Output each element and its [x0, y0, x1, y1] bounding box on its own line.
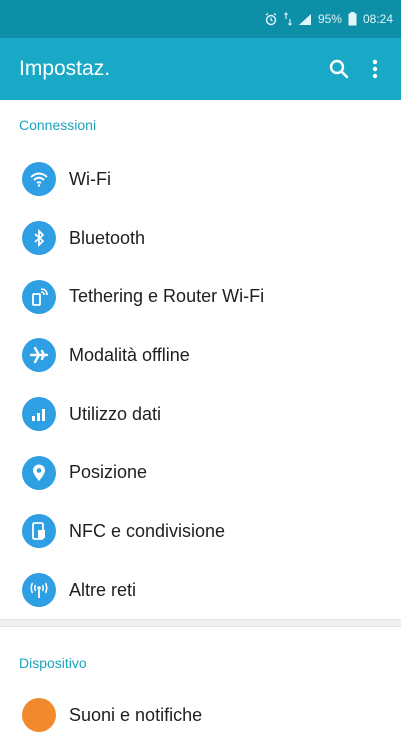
settings-list: Wi-Fi Bluetooth Tethering e Router Wi-Fi… — [0, 150, 401, 620]
search-icon — [329, 59, 349, 79]
list-item-nfc[interactable]: NFC e condivisione — [0, 502, 401, 561]
list-item-label: Modalità offline — [69, 344, 190, 365]
clock: 08:24 — [362, 12, 393, 26]
list-item-data-usage[interactable]: Utilizzo dati — [0, 385, 401, 444]
list-item-offline[interactable]: Modalità offline — [0, 326, 401, 385]
tethering-icon — [22, 279, 56, 314]
sound-icon — [22, 698, 56, 732]
list-item-wifi[interactable]: Wi-Fi — [0, 150, 401, 209]
list-item-label: Wi-Fi — [69, 168, 111, 189]
search-button[interactable] — [321, 38, 357, 100]
wifi-icon — [22, 162, 56, 197]
list-item-label: Suoni e notifiche — [69, 704, 203, 725]
list-item-label: Utilizzo dati — [69, 403, 162, 424]
list-item-position[interactable]: Posizione — [0, 443, 401, 502]
list-item-bluetooth[interactable]: Bluetooth — [0, 209, 401, 268]
list-item-sounds[interactable]: Suoni e notifiche — [22, 698, 202, 732]
more-vert-icon — [372, 59, 378, 79]
list-item-label: Tethering e Router Wi-Fi — [69, 286, 265, 307]
list-item-label: Bluetooth — [69, 227, 146, 248]
list-item-label: Altre reti — [69, 579, 137, 600]
list-item-other-networks[interactable]: Altre reti — [0, 561, 401, 620]
more-options-button[interactable] — [357, 38, 393, 100]
section-header-connessioni: Connessioni — [19, 117, 97, 133]
status-bar: 95% 08:24 — [0, 0, 401, 38]
data-arrows-icon — [284, 12, 292, 26]
list-item-label: NFC e condivisione — [69, 520, 226, 541]
signal-icon — [298, 13, 312, 26]
nfc-icon — [22, 514, 56, 549]
location-icon — [22, 455, 56, 490]
airplane-icon — [22, 338, 56, 373]
list-item-label: Posizione — [69, 462, 148, 483]
bluetooth-icon — [22, 221, 56, 256]
data-usage-icon — [22, 397, 56, 432]
network-icon — [22, 573, 56, 608]
page-title: Impostaz. — [19, 57, 111, 80]
battery-percent: 95% — [317, 12, 342, 26]
app-bar: Impostaz. — [0, 38, 401, 100]
list-item-tethering[interactable]: Tethering e Router Wi-Fi — [0, 267, 401, 326]
section-divider — [0, 619, 401, 627]
battery-icon — [348, 12, 357, 26]
alarm-icon — [264, 12, 278, 26]
section-header-dispositivo: Dispositivo — [19, 655, 87, 671]
